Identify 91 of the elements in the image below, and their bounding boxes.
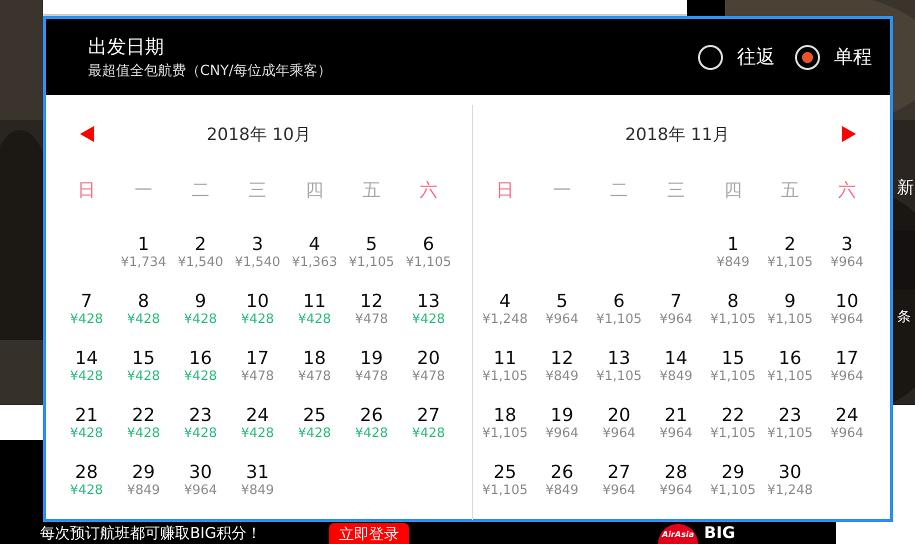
date-cell[interactable]: 15 ¥1,105 xyxy=(704,349,762,406)
date-cell[interactable]: 19 ¥964 xyxy=(534,406,590,463)
date-cell[interactable]: 14 ¥428 xyxy=(58,349,115,406)
weekday-label: 五 xyxy=(362,179,380,203)
date-cell[interactable]: 11 ¥1,105 xyxy=(476,349,534,406)
date-cell[interactable]: 20 ¥964 xyxy=(590,406,648,463)
weekday-label: 六 xyxy=(838,179,856,203)
date-cell[interactable]: 18 ¥478 xyxy=(286,349,343,406)
date-cell[interactable]: 12 ¥478 xyxy=(343,292,400,349)
date-cell[interactable]: 14 ¥849 xyxy=(648,349,704,406)
dialog-subtitle: 最超值全包航费（CNY/每位成年乘客） xyxy=(88,62,332,80)
date-cell[interactable]: 9 ¥428 xyxy=(172,292,229,349)
date-cell[interactable]: 1 ¥849 xyxy=(704,235,762,292)
promo-text: 每次预订航班都可赚取BIG积分！ xyxy=(40,524,262,542)
date-cell[interactable]: 10 ¥964 xyxy=(818,292,876,349)
date-cell[interactable]: 8 ¥1,105 xyxy=(704,292,762,349)
weekday-label: 四 xyxy=(306,179,324,203)
date-cell[interactable]: 19 ¥478 xyxy=(343,349,400,406)
date-cell[interactable]: 29 ¥849 xyxy=(115,463,172,520)
date-cell[interactable]: 2 ¥1,540 xyxy=(172,235,229,292)
previous-month-icon[interactable] xyxy=(80,126,94,142)
date-cell[interactable]: 27 ¥428 xyxy=(400,406,457,463)
weekday-label: 三 xyxy=(667,179,685,203)
date-cell[interactable]: 31 ¥849 xyxy=(229,463,286,520)
date-cell[interactable]: 7 ¥964 xyxy=(648,292,704,349)
loyalty-logo: BIG xyxy=(704,525,736,541)
month-title: 2018年 10月 xyxy=(206,124,311,146)
date-cell[interactable]: 26 ¥849 xyxy=(534,463,590,520)
date-cell[interactable]: 5 ¥964 xyxy=(534,292,590,349)
date-cell[interactable]: 27 ¥964 xyxy=(590,463,648,520)
date-cell[interactable]: 2 ¥1,105 xyxy=(762,235,818,292)
date-cell[interactable]: 16 ¥1,105 xyxy=(762,349,818,406)
date-cell[interactable]: 9 ¥1,105 xyxy=(762,292,818,349)
radio-icon[interactable] xyxy=(795,44,820,70)
date-cell[interactable]: 13 ¥1,105 xyxy=(590,349,648,406)
date-cell[interactable]: 22 ¥428 xyxy=(115,406,172,463)
date-cell[interactable]: 28 ¥964 xyxy=(648,463,704,520)
weekday-label: 日 xyxy=(78,179,96,203)
weekday-label: 一 xyxy=(553,179,571,203)
weekday-label: 五 xyxy=(781,179,799,203)
date-cell[interactable]: 5 ¥1,105 xyxy=(343,235,400,292)
date-cell[interactable]: 20 ¥478 xyxy=(400,349,457,406)
radio-icon[interactable] xyxy=(698,44,723,70)
date-cell[interactable]: 25 ¥1,105 xyxy=(476,463,534,520)
date-cell[interactable]: 23 ¥1,105 xyxy=(762,406,818,463)
weekday-label: 一 xyxy=(134,179,152,203)
date-cell[interactable]: 24 ¥428 xyxy=(229,406,286,463)
date-cell[interactable]: 21 ¥964 xyxy=(648,406,704,463)
weekday-label: 二 xyxy=(192,179,210,203)
weekday-label: 四 xyxy=(724,179,742,203)
date-cell[interactable]: 25 ¥428 xyxy=(286,406,343,463)
weekday-label: 三 xyxy=(248,179,266,203)
date-cell[interactable]: 16 ¥428 xyxy=(172,349,229,406)
date-cell[interactable]: 17 ¥964 xyxy=(818,349,876,406)
date-cell[interactable]: 3 ¥964 xyxy=(818,235,876,292)
date-cell[interactable]: 29 ¥1,105 xyxy=(704,463,762,520)
weekday-label: 二 xyxy=(610,179,628,203)
weekday-label: 日 xyxy=(496,179,514,203)
brand-logo: AirAsia xyxy=(658,524,698,544)
dialog-title: 出发日期 xyxy=(88,35,165,60)
date-cell[interactable]: 28 ¥428 xyxy=(58,463,115,520)
date-cell[interactable]: 18 ¥1,105 xyxy=(476,406,534,463)
month-title: 2018年 11月 xyxy=(625,124,730,146)
trip-type-radio[interactable]: 往返 xyxy=(698,44,775,70)
date-cell[interactable]: 17 ¥478 xyxy=(229,349,286,406)
date-cell[interactable]: 7 ¥428 xyxy=(58,292,115,349)
date-cell[interactable]: 24 ¥964 xyxy=(818,406,876,463)
date-cell[interactable]: 30 ¥964 xyxy=(172,463,229,520)
date-cell[interactable]: 22 ¥1,105 xyxy=(704,406,762,463)
date-cell[interactable]: 21 ¥428 xyxy=(58,406,115,463)
date-cell[interactable]: 6 ¥1,105 xyxy=(400,235,457,292)
date-cell[interactable]: 30 ¥1,248 xyxy=(762,463,818,520)
next-month-icon[interactable] xyxy=(842,126,856,142)
date-cell[interactable]: 4 ¥1,363 xyxy=(286,235,343,292)
banner-text: 新 xyxy=(897,180,914,197)
date-cell[interactable]: 1 ¥1,734 xyxy=(115,235,172,292)
date-cell[interactable]: 3 ¥1,540 xyxy=(229,235,286,292)
date-cell[interactable]: 13 ¥428 xyxy=(400,292,457,349)
trip-type-radio[interactable]: 单程 xyxy=(795,44,872,70)
date-cell[interactable]: 10 ¥428 xyxy=(229,292,286,349)
date-cell[interactable]: 26 ¥428 xyxy=(343,406,400,463)
date-cell[interactable]: 8 ¥428 xyxy=(115,292,172,349)
login-button[interactable]: 立即登录 xyxy=(329,523,409,544)
date-cell[interactable]: 15 ¥428 xyxy=(115,349,172,406)
date-cell[interactable]: 11 ¥428 xyxy=(286,292,343,349)
date-cell[interactable]: 23 ¥428 xyxy=(172,406,229,463)
date-cell[interactable]: 6 ¥1,105 xyxy=(590,292,648,349)
weekday-label: 六 xyxy=(420,179,438,203)
date-cell[interactable]: 4 ¥1,248 xyxy=(476,292,534,349)
banner-text: 条 xyxy=(897,310,911,324)
date-cell[interactable]: 12 ¥849 xyxy=(534,349,590,406)
